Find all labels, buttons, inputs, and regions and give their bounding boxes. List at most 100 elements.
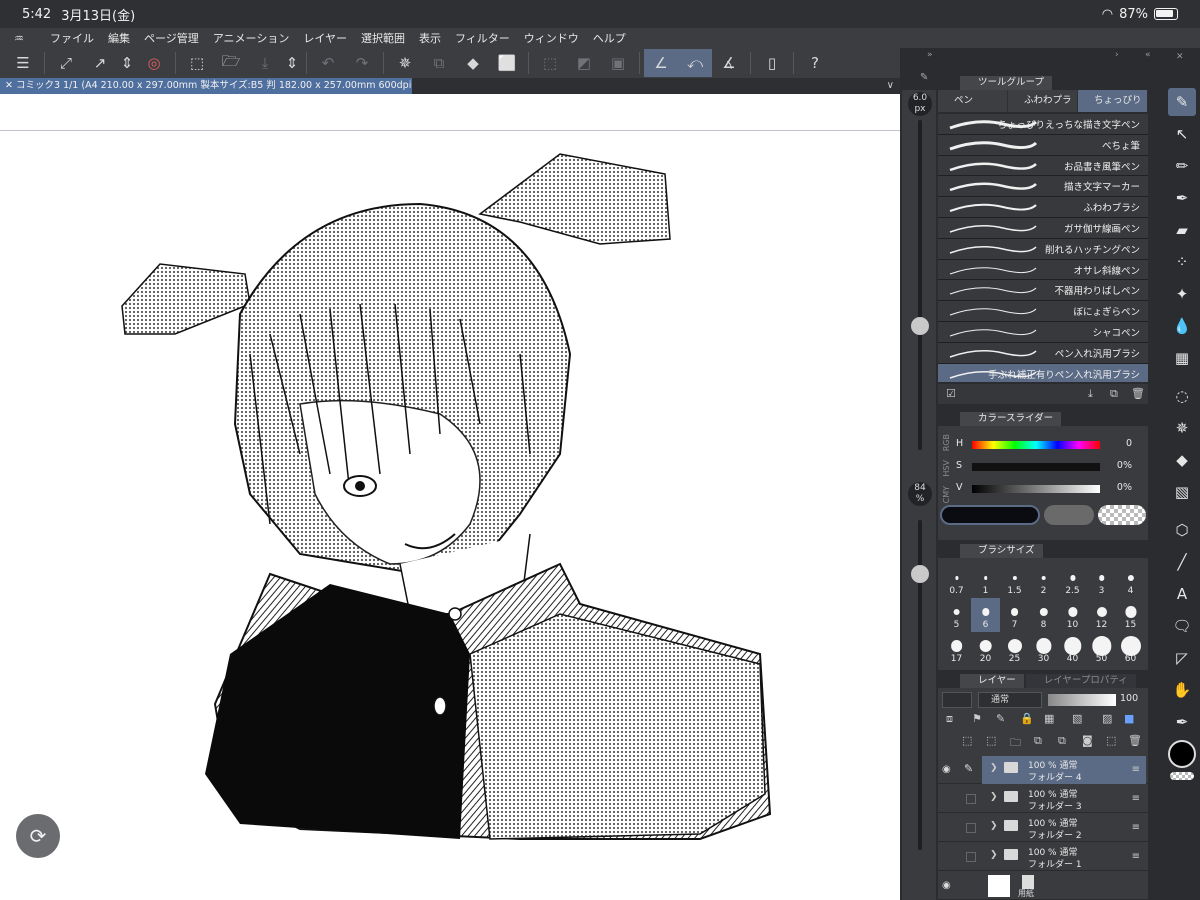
drawing-canvas[interactable]: ⟳ xyxy=(0,94,900,900)
brush-size-option[interactable]: 3 xyxy=(1087,564,1116,598)
menu-selection[interactable]: 選択範囲 xyxy=(361,30,405,46)
brush-size-option[interactable]: 40 xyxy=(1058,632,1087,666)
draft-icon[interactable]: ✎ xyxy=(996,712,1005,725)
open-page-icon[interactable]: ↗ xyxy=(83,49,117,77)
subtool-tab-pen[interactable]: ペン xyxy=(938,90,1007,112)
drag-handle-icon[interactable]: ≡ xyxy=(1132,793,1140,804)
layer-opacity-slider[interactable] xyxy=(1048,694,1116,706)
transform-icon[interactable]: ⬜ xyxy=(490,49,524,77)
lock-icon[interactable]: 🔒 xyxy=(1020,712,1034,725)
menu-page[interactable]: ページ管理 xyxy=(144,30,199,46)
brush-item[interactable]: 描き文字マーカー xyxy=(938,176,1148,198)
brush-size-option[interactable]: 5 xyxy=(942,598,971,632)
brush-item[interactable]: お品書き風筆ペン xyxy=(938,155,1148,177)
text-tool-icon[interactable]: A xyxy=(1168,580,1196,608)
menu-file[interactable]: ファイル xyxy=(50,30,94,46)
layer-opacity-value[interactable]: 100 xyxy=(1120,693,1138,704)
value-bar[interactable] xyxy=(972,485,1100,493)
collapse-icon[interactable]: › xyxy=(1115,50,1119,60)
menu-filter[interactable]: フィルター xyxy=(455,30,510,46)
brush-size-option[interactable]: 2.5 xyxy=(1058,564,1087,598)
hsv-mode-tab[interactable]: HSV xyxy=(942,460,951,477)
brush-size-readout[interactable]: 6.0 px xyxy=(908,92,932,116)
brush-size-option[interactable]: 6 xyxy=(971,598,1000,632)
merge-icon[interactable]: ⧉ xyxy=(1058,734,1066,748)
opacity-readout[interactable]: 84% xyxy=(908,482,932,506)
brush-item[interactable]: べちょ筆 xyxy=(938,134,1148,156)
delete-layer-icon[interactable]: 🗑 xyxy=(1128,734,1142,747)
ruler-layer-icon[interactable]: ⬚ xyxy=(1106,734,1116,747)
brush-item[interactable]: 削れるハッチングペン xyxy=(938,238,1148,260)
blend-tool-icon[interactable]: 💧 xyxy=(1168,312,1196,340)
sub-color-swatch[interactable] xyxy=(1044,505,1094,525)
undo-icon[interactable]: ↶ xyxy=(311,49,345,77)
gradient-tool-icon[interactable]: ▧ xyxy=(1168,478,1196,506)
menu-help[interactable]: ヘルプ xyxy=(593,30,626,46)
brush-size-option[interactable]: 1 xyxy=(971,564,1000,598)
transfer-down-icon[interactable]: ⧉ xyxy=(1034,734,1042,748)
smartphone-icon[interactable]: ▯ xyxy=(755,49,789,77)
saturation-value[interactable]: 0% xyxy=(1106,460,1132,471)
menu-edit[interactable]: 編集 xyxy=(108,30,130,46)
hand-tool-icon[interactable]: ✋ xyxy=(1168,676,1196,704)
brush-size-option[interactable]: 12 xyxy=(1087,598,1116,632)
transparent-color-swatch[interactable] xyxy=(1098,505,1146,525)
chevron-right-icon[interactable]: ❯ xyxy=(990,821,998,831)
layer-main[interactable]: ❯ 100 % 通常 フォルダー 2 ≡ xyxy=(982,814,1146,842)
hamburger-menu-icon[interactable]: ☰ xyxy=(6,49,40,77)
layer-lock-checkbox[interactable] xyxy=(966,823,976,833)
pen-tool-icon[interactable]: ✎ xyxy=(1168,88,1196,116)
mask-icon[interactable]: ▦ xyxy=(1044,712,1054,725)
brush-size-option[interactable]: 50 xyxy=(1087,632,1116,666)
snap-special-ruler-icon[interactable]: ⤺ xyxy=(678,49,712,77)
value-value[interactable]: 0% xyxy=(1106,482,1132,493)
saturation-slider[interactable]: S 0% xyxy=(954,460,1144,474)
document-tab[interactable]: ✕ コミック3 1/1 (A4 210.00 x 297.00mm 製本サイズ:… xyxy=(0,78,412,94)
subtool-tab-fuwawa[interactable]: ふわわプラ xyxy=(1008,90,1077,112)
decoration-tool-icon[interactable]: ✦ xyxy=(1168,280,1196,308)
import-icon[interactable]: ⤓ xyxy=(1088,387,1093,401)
airbrush-tool-icon[interactable]: ⁘ xyxy=(1168,248,1196,276)
save-icon[interactable]: ⤓ xyxy=(248,49,282,77)
brush-size-slider[interactable] xyxy=(911,317,929,335)
rotate-canvas-icon[interactable]: ⟳ xyxy=(16,814,60,858)
mask-range-icon[interactable]: ▨ xyxy=(1102,712,1112,725)
line-tool-icon[interactable]: ╱ xyxy=(1168,548,1196,576)
value-slider[interactable]: V 0% xyxy=(954,482,1144,496)
brush-size-option[interactable]: 0.7 xyxy=(942,564,971,598)
brush-size-option[interactable]: 1.5 xyxy=(1000,564,1029,598)
blend-mode-select[interactable]: 通常 xyxy=(978,692,1042,708)
opacity-slider[interactable] xyxy=(911,565,929,583)
hue-bar[interactable] xyxy=(972,441,1100,449)
balloon-tool-icon[interactable]: 🗨 xyxy=(1168,612,1196,640)
snap-ruler-icon[interactable]: ∠ xyxy=(644,49,678,77)
chevron-right-icon[interactable]: ❯ xyxy=(990,850,998,860)
brush-size-option[interactable]: 17 xyxy=(942,632,971,666)
menu-layer[interactable]: レイヤー xyxy=(303,30,347,46)
new-vector-layer-icon[interactable]: ⬚ xyxy=(986,734,996,747)
layer-row[interactable]: ❯ 100 % 通常 フォルダー 2 ≡ xyxy=(938,814,1148,842)
selection-border-icon[interactable]: ▣ xyxy=(601,49,635,77)
eye-icon[interactable]: ◉ xyxy=(942,880,951,891)
layer-mask-icon[interactable]: ◙ xyxy=(1082,734,1093,747)
expand-icon[interactable]: » xyxy=(927,50,933,60)
collapse-left-icon[interactable]: « xyxy=(1145,50,1151,60)
new-file-icon[interactable]: ⬚ xyxy=(180,49,214,77)
hue-value[interactable]: 0 xyxy=(1106,438,1132,449)
paper-layer-row[interactable]: ◉ 用紙 xyxy=(938,872,1148,900)
menu-animation[interactable]: アニメーション xyxy=(213,30,290,46)
brush-item[interactable]: ガサ伽サ線画ペン xyxy=(938,217,1148,239)
fill-icon[interactable]: ◆ xyxy=(456,49,490,77)
page-stepper-icon[interactable]: ⇕ xyxy=(117,49,137,77)
transparent-indicator[interactable] xyxy=(1170,772,1194,780)
invert-selection-icon[interactable]: ◩ xyxy=(567,49,601,77)
brush-size-track[interactable] xyxy=(918,120,922,450)
mask-enable-icon[interactable]: ▧ xyxy=(1072,712,1082,725)
subtool-settings-icon[interactable]: ☑ xyxy=(946,387,956,400)
eyedropper-tool-icon[interactable]: ✒ xyxy=(1168,708,1196,736)
layer-main[interactable]: ❯ 100 % 通常 フォルダー 1 ≡ xyxy=(982,843,1146,871)
brush-size-option[interactable]: 25 xyxy=(1000,632,1029,666)
figure-tool-icon[interactable]: ▦ xyxy=(1168,344,1196,372)
frame-border-tool-icon[interactable]: ◸ xyxy=(1168,644,1196,672)
reference-icon[interactable]: ⚑ xyxy=(972,712,982,725)
